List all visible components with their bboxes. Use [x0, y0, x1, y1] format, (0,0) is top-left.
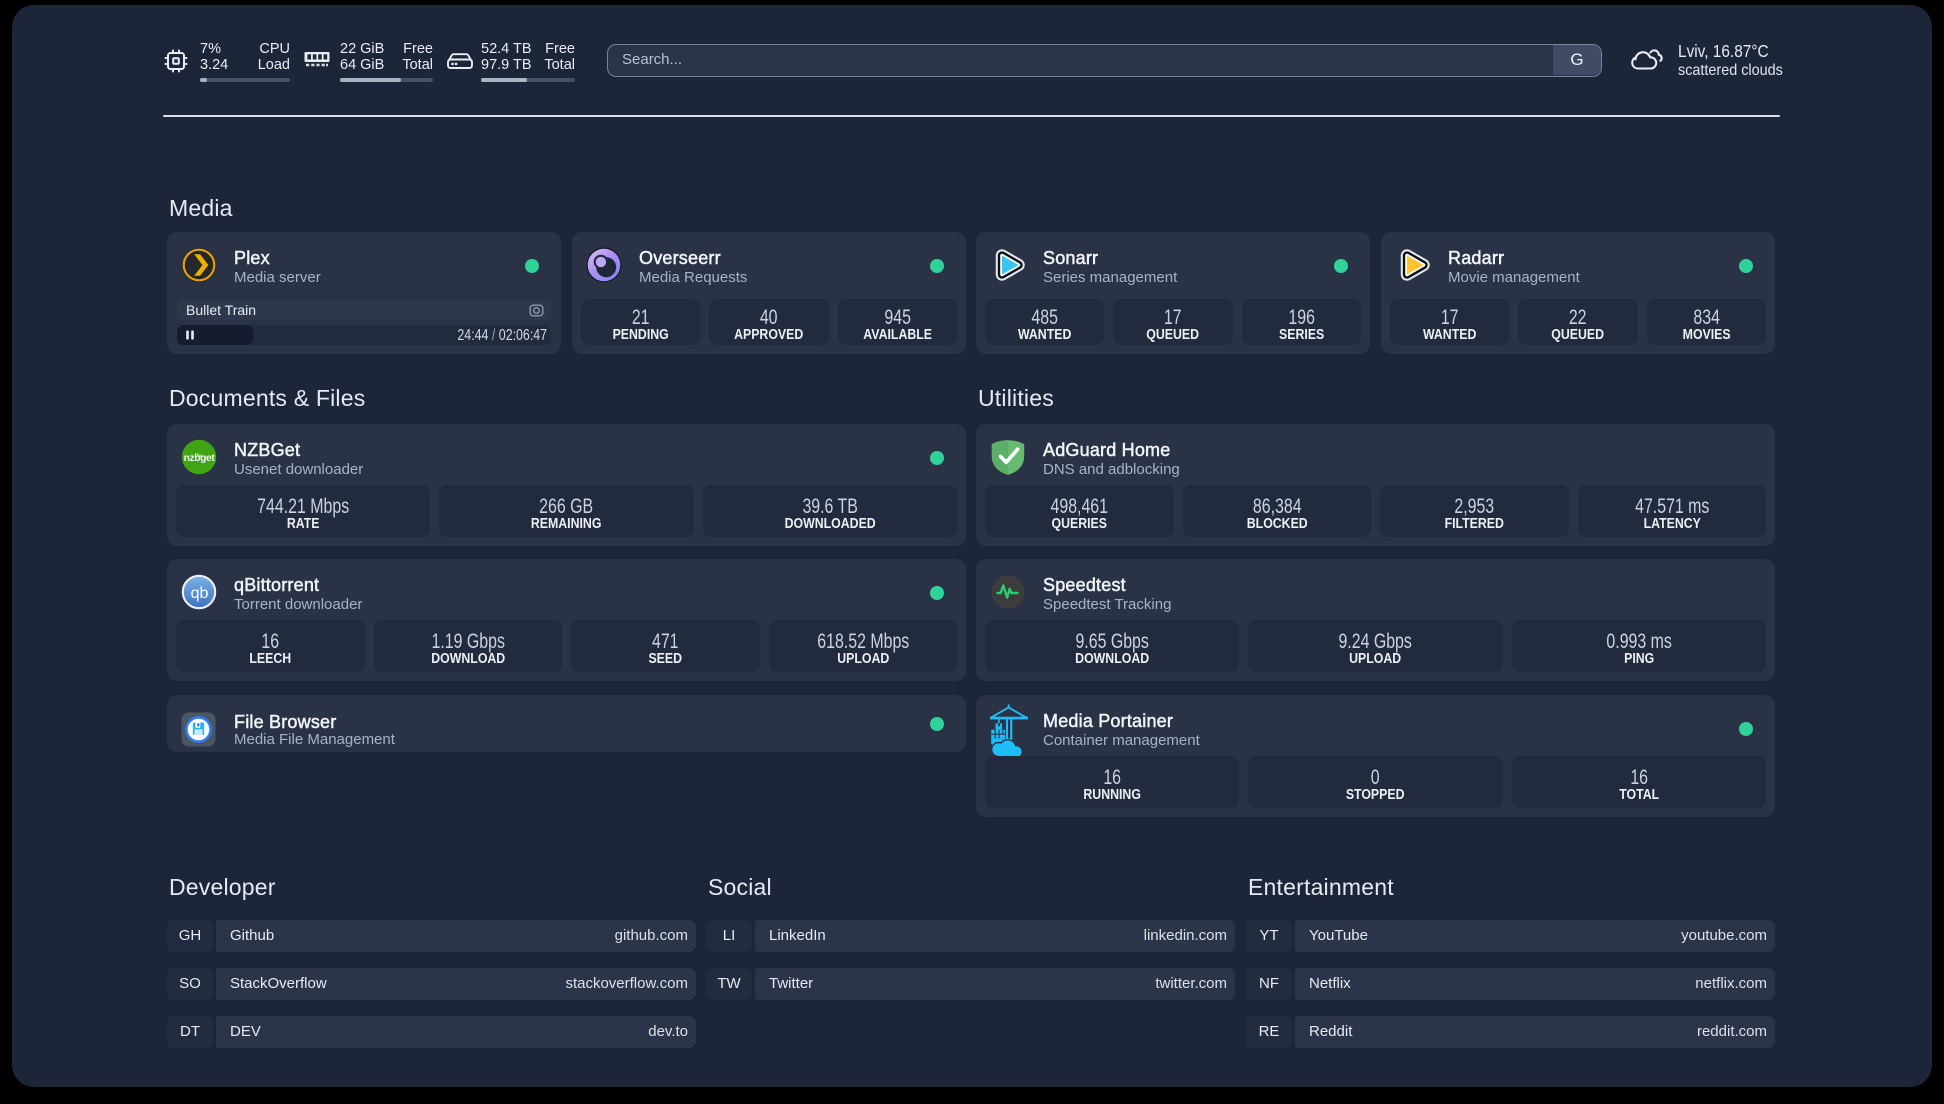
svg-text:qb: qb	[191, 585, 209, 602]
svg-text:nzbget: nzbget	[184, 453, 216, 464]
